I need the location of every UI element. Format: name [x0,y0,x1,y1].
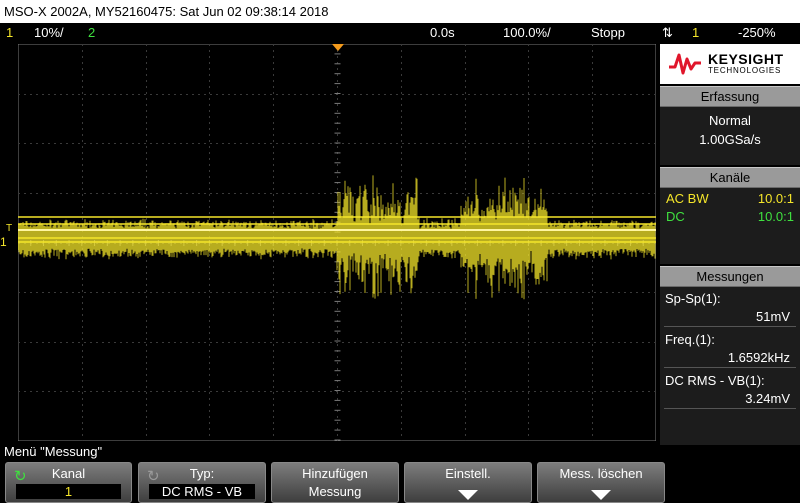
menu-title: Menü "Messung" [4,444,103,459]
softkey-kanal-value: 1 [16,484,121,499]
measurement-value-2: 1.6592kHz [664,349,796,368]
title-bar: MSO-X 2002A, MY52160475: Sat Jun 02 09:3… [0,0,800,23]
softkey-kanal-label: Kanal [51,466,86,481]
trigger-source[interactable]: 1 [692,23,699,42]
status-bar: 1 10%/ 2 0.0s 100.0%/ Stopp ⇅ 1 -250% [0,23,800,42]
softkey-typ-label: Typ: [189,466,215,481]
softkey-settings-label: Einstell. [445,466,491,481]
ch1-scale[interactable]: 10%/ [34,23,64,42]
softkey-typ-value: DC RMS - VB [149,484,255,499]
softkey-bar: ↻ Kanal 1 ↻ Typ: DC RMS - VB Hinzufügen … [0,462,800,503]
ch1-ground-marker[interactable]: 1 [0,235,7,249]
run-state[interactable]: Stopp [591,23,625,42]
measurement-label-3: DC RMS - VB(1): [665,373,765,388]
side-panel: Erfassung Normal 1.00GSa/s Kanäle AC BW … [660,44,800,445]
keysight-logo: KEYSIGHT TECHNOLOGIES [660,44,800,84]
trigger-level[interactable]: -250% [738,23,776,42]
ch2-number[interactable]: 2 [88,23,95,42]
measurement-value-3: 3.24mV [664,390,796,409]
softkey-clear-measurements[interactable]: Mess. löschen [537,462,665,503]
submenu-arrow-icon [458,490,478,500]
sample-rate: 1.00GSa/s [699,132,761,147]
erfassung-header: Erfassung [660,86,800,107]
waveform-display[interactable] [18,44,656,441]
channel-row-1: AC BW 10.0:1 [660,190,800,208]
softkey-add-value: Messung [308,484,362,499]
channel-1-probe: 10.0:1 [757,191,794,206]
channel-2-probe: 10.0:1 [757,209,794,224]
trigger-level-marker[interactable]: T [6,223,12,234]
time-scale[interactable]: 100.0%/ [503,23,551,42]
time-delay[interactable]: 0.0s [430,23,455,42]
channel-2-coupling: DC [666,209,685,224]
kanaele-header: Kanäle [660,167,800,188]
logo-brand: KEYSIGHT [708,51,784,67]
measurement-label-1: Sp-Sp(1): [665,291,721,306]
softkey-add-label: Hinzufügen [302,466,368,481]
softkey-typ[interactable]: ↻ Typ: DC RMS - VB [138,462,266,503]
messungen-header: Messungen [660,266,800,287]
submenu-arrow-icon [591,490,611,500]
ch1-number[interactable]: 1 [6,23,13,42]
acquisition-mode: Normal [709,113,751,128]
softkey-settings[interactable]: Einstell. [404,462,532,503]
keysight-wave-icon [669,53,701,75]
softkey-add-measurement[interactable]: Hinzufügen Messung [271,462,399,503]
measurement-value-1: 51mV [664,308,796,327]
measurement-label-2: Freq.(1): [665,332,715,347]
softkey-clear-label: Mess. löschen [559,466,643,481]
channel-1-coupling: AC BW [666,191,709,206]
logo-sub: TECHNOLOGIES [708,66,782,75]
softkey-kanal[interactable]: ↻ Kanal 1 [5,462,132,503]
trigger-slope-icon: ⇅ [662,25,673,40]
channel-row-2: DC 10.0:1 [660,208,800,226]
